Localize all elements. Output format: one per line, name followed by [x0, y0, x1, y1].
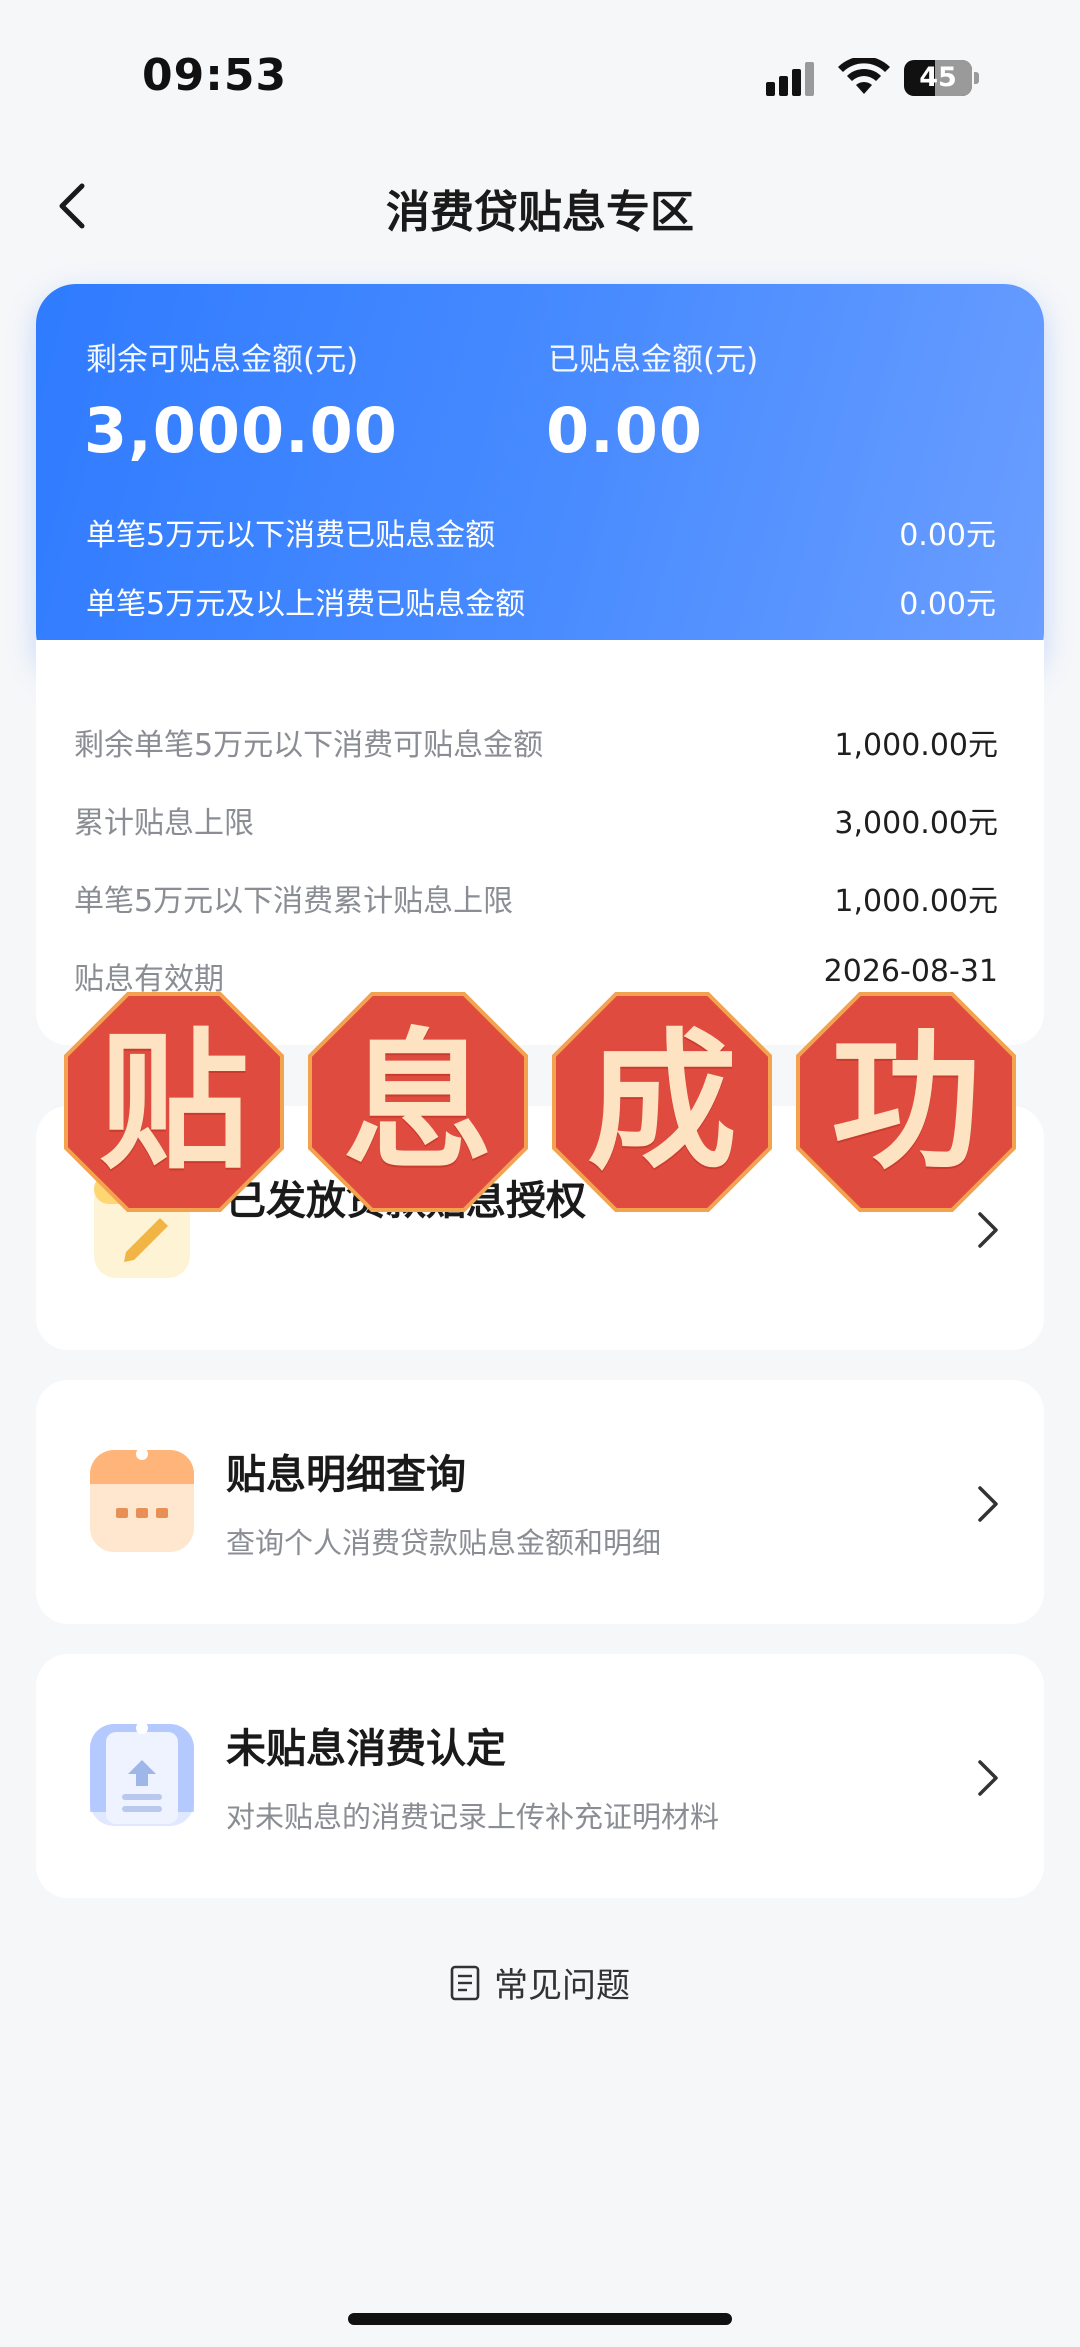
entry-unsubsidized-consumption[interactable]: 未贴息消费认定 对未贴息的消费记录上传补充证明材料 [36, 1654, 1044, 1898]
stamp: 功 [794, 990, 1018, 1214]
stamp-char: 功 [830, 1014, 981, 1190]
entry-subtitle: 对未贴息的消费记录上传补充证明材料 [226, 1800, 720, 1834]
page-title: 消费贷贴息专区 [386, 187, 694, 238]
detail-row-label: 累计贴息上限 [74, 806, 254, 841]
subsidy-summary-card: 剩余可贴息金额(元) 已贴息金额(元) 3,000.00 0.00 单笔5万元以… [36, 284, 1044, 672]
detail-row: 单笔5万元以下消费累计贴息上限 1,000.00元 [74, 876, 998, 920]
wifi-icon [838, 58, 890, 94]
document-list-icon [450, 1965, 480, 2000]
detail-row-value: 1,000.00元 [834, 884, 998, 919]
detail-row: 剩余单笔5万元以下消费可贴息金额 1,000.00元 [74, 720, 998, 764]
chevron-right-icon [978, 1760, 998, 1796]
remaining-amount-label: 剩余可贴息金额(元) [86, 342, 359, 378]
battery-icon: 45 [904, 60, 979, 96]
detail-row-value: 3,000.00元 [834, 806, 998, 841]
stamp: 息 [306, 990, 530, 1214]
summary-row-value: 0.00元 [899, 587, 996, 622]
detail-row-label: 剩余单笔5万元以下消费可贴息金额 [74, 728, 544, 763]
faq-link[interactable]: 常见问题 [0, 1958, 1080, 2010]
remaining-amount-value: 3,000.00 [84, 394, 398, 467]
entry-subtitle: 查询个人消费贷款贴息金额和明细 [226, 1526, 662, 1560]
entry-title: 未贴息消费认定 [226, 1726, 506, 1772]
upload-document-icon [90, 1722, 194, 1826]
status-time: 09:53 [142, 50, 288, 101]
detail-row-label: 单笔5万元以下消费累计贴息上限 [74, 884, 514, 919]
battery-level: 45 [919, 62, 957, 93]
stamp-char: 息 [342, 1014, 493, 1190]
faq-label: 常见问题 [494, 1966, 630, 2006]
summary-row-value: 0.00元 [899, 518, 996, 553]
status-bar: 09:53 45 [0, 0, 1080, 150]
detail-row-value: 2026-08-31 [823, 954, 998, 989]
stamp-char: 贴 [98, 1014, 249, 1190]
stamp: 贴 [62, 990, 286, 1214]
summary-row-label: 单笔5万元及以上消费已贴息金额 [86, 587, 526, 622]
paid-amount-value: 0.00 [546, 394, 703, 467]
detail-row: 累计贴息上限 3,000.00元 [74, 798, 998, 842]
entry-title: 贴息明细查询 [226, 1452, 466, 1498]
summary-row-label: 单笔5万元以下消费已贴息金额 [86, 518, 496, 553]
cellular-signal-icon [766, 62, 814, 96]
stamp-char: 成 [586, 1014, 737, 1190]
entry-subsidy-details-query[interactable]: 贴息明细查询 查询个人消费贷款贴息金额和明细 [36, 1380, 1044, 1624]
stamp: 成 [550, 990, 774, 1214]
home-indicator[interactable] [348, 2313, 732, 2325]
detail-row-value: 1,000.00元 [834, 728, 998, 763]
subsidy-details-card: 剩余单笔5万元以下消费可贴息金额 1,000.00元 累计贴息上限 3,000.… [36, 640, 1044, 1045]
chevron-right-icon [978, 1486, 998, 1522]
success-stamp-overlay: 贴 息 成 功 [62, 990, 1022, 1220]
paid-amount-label: 已贴息金额(元) [548, 342, 759, 378]
receipt-icon [90, 1448, 194, 1552]
